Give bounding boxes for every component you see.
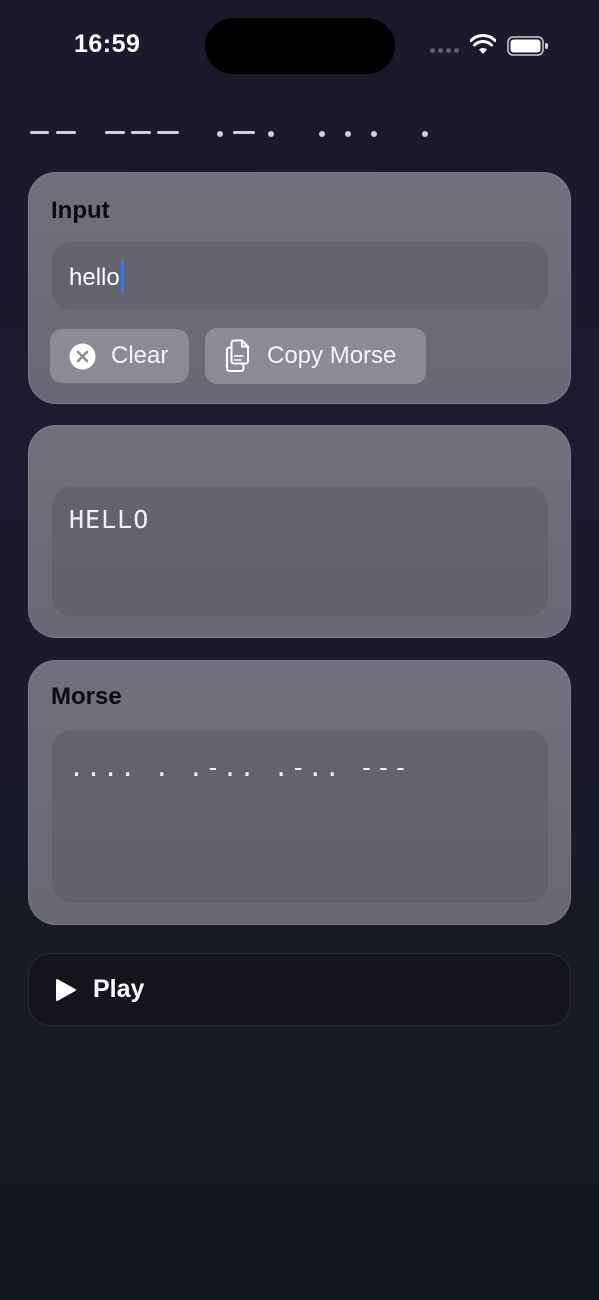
- copy-document-icon: [226, 339, 249, 372]
- status-bar: 16:59: [0, 0, 599, 90]
- text-output-field[interactable]: HELLO: [51, 486, 549, 617]
- morse-card: Morse .... . .-.. .-.. ---: [28, 660, 571, 925]
- text-cursor: [120, 261, 124, 291]
- text-input-value: hello: [69, 264, 120, 291]
- text-output-value: HELLO: [69, 505, 150, 534]
- text-input-value-wrapper: hello: [69, 261, 124, 292]
- signal-icon: [430, 48, 460, 54]
- copy-morse-button-label: Copy Morse: [267, 342, 397, 369]
- play-icon: [56, 978, 76, 1001]
- wifi-icon: [470, 34, 496, 54]
- dynamic-island: [205, 18, 395, 74]
- morse-card-title: Morse: [51, 683, 122, 710]
- text-input-field[interactable]: hello: [51, 241, 549, 311]
- clear-button-label: Clear: [111, 342, 169, 369]
- copy-morse-button[interactable]: Copy Morse: [205, 328, 426, 384]
- morse-header-title: -- --- .-. ... .: [30, 131, 428, 137]
- status-time: 16:59: [74, 30, 141, 58]
- input-card: Input hello Clear Copy Morse: [28, 172, 571, 404]
- input-card-title: Input: [51, 197, 110, 224]
- morse-output-value: .... . .-.. .-.. ---: [69, 753, 411, 782]
- clear-button[interactable]: Clear: [50, 329, 189, 383]
- play-button-label: Play: [93, 975, 145, 1003]
- battery-icon: [507, 36, 548, 56]
- play-button[interactable]: Play: [28, 953, 571, 1026]
- x-circle-icon: [69, 343, 96, 369]
- text-output-card: HELLO: [28, 425, 571, 638]
- morse-output-field[interactable]: .... . .-.. .-.. ---: [51, 730, 549, 904]
